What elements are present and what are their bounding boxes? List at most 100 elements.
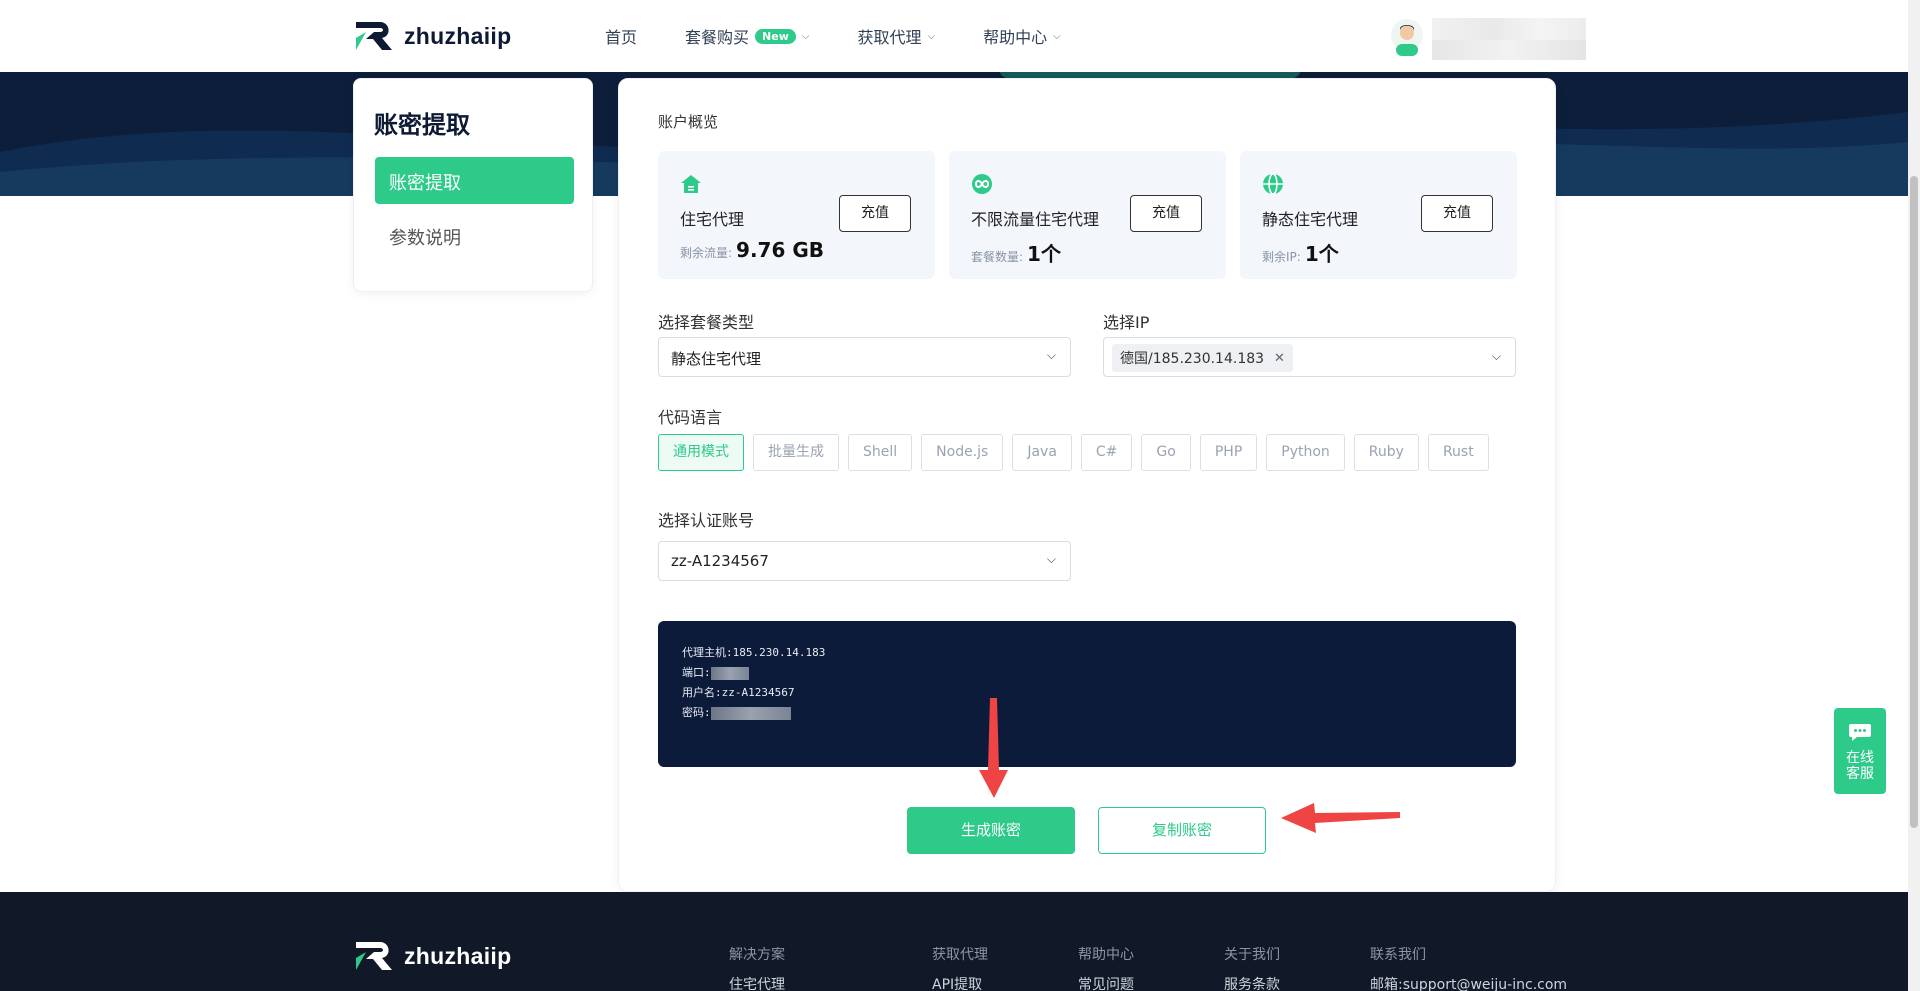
username-line: 用户名: zz-A1234567 [682, 683, 1492, 703]
ip-label: 选择IP [1103, 313, 1150, 332]
card-stat-value: 1个 [1304, 242, 1339, 266]
footer-link[interactable]: 服务条款 [1224, 974, 1280, 991]
footer-link[interactable]: 常见问题 [1078, 974, 1134, 991]
main-nav: 首页 套餐购买 New ⌵ 获取代理 ⌵ 帮助中心 ⌵ [605, 24, 1109, 48]
card-residential: 住宅代理 剩余流量: 9.76 GB 充值 [658, 151, 935, 279]
footer-col-about: 关于我们 服务条款 [1224, 944, 1280, 991]
footer-col-title: 关于我们 [1224, 947, 1280, 963]
auth-account-value: zz-A1234567 [671, 552, 769, 570]
card-stat-label: 套餐数量: [971, 250, 1024, 264]
credential-output[interactable]: 代理主机: 185.230.14.183 端口: 用户名: zz-A123456… [658, 621, 1516, 767]
overview-label: 账户概览 [658, 113, 719, 131]
code-language-tabs: 通用模式 批量生成 Shell Node.js Java C# Go PHP P… [658, 434, 1498, 471]
footer: zhuzhaiip 解决方案 住宅代理 获取代理 API提取 帮助中心 常见问题… [0, 892, 1908, 991]
brand-name: zhuzhaiip [404, 22, 512, 49]
ip-tag-label: 德国/185.230.14.183 [1120, 351, 1265, 367]
card-static-residential: 静态住宅代理 剩余IP: 1个 充值 [1240, 151, 1517, 279]
card-name: 静态住宅代理 [1262, 210, 1359, 229]
package-type-label: 选择套餐类型 [658, 313, 755, 332]
footer-col-get-proxy: 获取代理 API提取 [932, 944, 988, 991]
card-stat-label: 剩余流量: [680, 246, 733, 260]
logo-mark-icon [356, 942, 392, 970]
nav-item-help[interactable]: 帮助中心 ⌵ [983, 24, 1061, 48]
card-name: 住宅代理 [680, 210, 745, 229]
recharge-button[interactable]: 充值 [1130, 195, 1202, 232]
username-redacted[interactable] [1432, 18, 1586, 60]
close-icon[interactable]: ✕ [1274, 351, 1285, 366]
chevron-down-icon: ⌵ [1046, 348, 1056, 362]
chevron-down-icon: ⌵ [1053, 30, 1061, 42]
card-stat: 套餐数量: 1个 [971, 238, 1061, 267]
host-value: 185.230.14.183 [732, 646, 826, 659]
nav-item-home[interactable]: 首页 [605, 24, 637, 48]
lang-tab[interactable]: Ruby [1353, 434, 1419, 471]
lang-tab[interactable]: Go [1141, 434, 1191, 471]
chat-bubble-icon [1849, 724, 1871, 741]
package-type-select[interactable]: 静态住宅代理 ⌵ [658, 337, 1071, 377]
lang-tab[interactable]: PHP [1199, 434, 1258, 471]
new-badge: New [755, 28, 796, 44]
auth-account-label: 选择认证账号 [658, 511, 755, 530]
logo-mark-icon [356, 22, 392, 50]
nav-item-get-proxy[interactable]: 获取代理 ⌵ [857, 24, 935, 48]
nav-label: 获取代理 [857, 28, 922, 47]
top-navbar: zhuzhaiip 首页 套餐购买 New ⌵ 获取代理 ⌵ 帮助中心 ⌵ [0, 0, 1908, 72]
nav-label: 帮助中心 [983, 28, 1048, 47]
username-value: zz-A1234567 [721, 686, 795, 699]
lang-tab[interactable]: 通用模式 [658, 434, 744, 471]
nav-item-packages[interactable]: 套餐购买 New ⌵ [685, 24, 809, 48]
footer-col-help: 帮助中心 常见问题 [1078, 944, 1134, 991]
sidebar-item-param-docs[interactable]: 参数说明 [389, 224, 461, 250]
chevron-down-icon: ⌵ [927, 30, 936, 42]
card-unlimited: 不限流量住宅代理 套餐数量: 1个 充值 [949, 151, 1226, 279]
footer-logo[interactable]: zhuzhaiip [352, 940, 511, 972]
auth-account-select[interactable]: zz-A1234567 ⌵ [658, 541, 1071, 581]
footer-link[interactable]: 住宅代理 [729, 974, 785, 991]
sidebar-item-credential-extract[interactable]: 账密提取 [375, 157, 574, 204]
nav-label: 套餐购买 [685, 28, 750, 47]
recharge-button[interactable]: 充值 [1421, 195, 1493, 232]
online-support-button[interactable]: 在线客服 [1834, 708, 1886, 794]
ip-tag: 德国/185.230.14.183 ✕ [1112, 344, 1293, 372]
lang-tab[interactable]: Rust [1427, 434, 1489, 471]
lang-tab[interactable]: Python [1266, 434, 1345, 471]
card-stat-value: 9.76 GB [736, 238, 825, 262]
avatar[interactable] [1390, 18, 1424, 56]
brand-name: zhuzhaiip [404, 942, 512, 969]
globe-icon [1263, 173, 1283, 195]
card-stat-label: 剩余IP: [1262, 250, 1301, 264]
footer-link[interactable]: 邮箱:support@weiju-inc.com [1370, 974, 1567, 991]
chevron-down-icon: ⌵ [1046, 552, 1056, 566]
lang-tab[interactable]: Java [1012, 434, 1072, 471]
online-support-label: 在线客服 [1846, 750, 1874, 782]
password-redacted [710, 706, 791, 720]
card-stat: 剩余流量: 9.76 GB [680, 238, 824, 262]
port-line: 端口: [682, 663, 1492, 683]
generate-credentials-button[interactable]: 生成账密 [907, 807, 1075, 854]
ip-select[interactable]: 德国/185.230.14.183 ✕ ⌵ [1103, 337, 1516, 377]
lang-tab[interactable]: 批量生成 [753, 434, 839, 471]
recharge-button[interactable]: 充值 [839, 195, 911, 232]
footer-col-title: 获取代理 [932, 947, 988, 963]
host-label: 代理主机: [682, 646, 733, 659]
lang-tab[interactable]: C# [1080, 434, 1133, 471]
password-label: 密码: [682, 706, 711, 719]
footer-col-contact: 联系我们 邮箱:support@weiju-inc.com [1370, 944, 1567, 991]
main-panel: 账户概览 住宅代理 剩余流量: 9.76 GB 充值 不限流量住宅代理 套餐数量… [618, 78, 1556, 892]
username-label: 用户名: [682, 686, 722, 699]
scrollbar-thumb[interactable] [1910, 176, 1918, 828]
copy-credentials-button[interactable]: 复制账密 [1098, 807, 1266, 854]
sidebar-panel: 账密提取 账密提取 参数说明 [353, 78, 593, 292]
code-language-label: 代码语言 [658, 408, 723, 427]
sidebar-title: 账密提取 [374, 111, 470, 139]
footer-col-title: 联系我们 [1370, 947, 1426, 963]
page-scrollbar[interactable] [1908, 0, 1920, 991]
footer-link[interactable]: API提取 [932, 974, 982, 991]
lang-tab[interactable]: Shell [848, 434, 913, 471]
nav-label: 首页 [605, 28, 638, 47]
lang-tab[interactable]: Node.js [921, 434, 1004, 471]
brand-logo[interactable]: zhuzhaiip [352, 20, 511, 52]
footer-col-solutions: 解决方案 住宅代理 [729, 944, 785, 991]
card-name: 不限流量住宅代理 [971, 210, 1100, 229]
home-icon [681, 175, 701, 193]
